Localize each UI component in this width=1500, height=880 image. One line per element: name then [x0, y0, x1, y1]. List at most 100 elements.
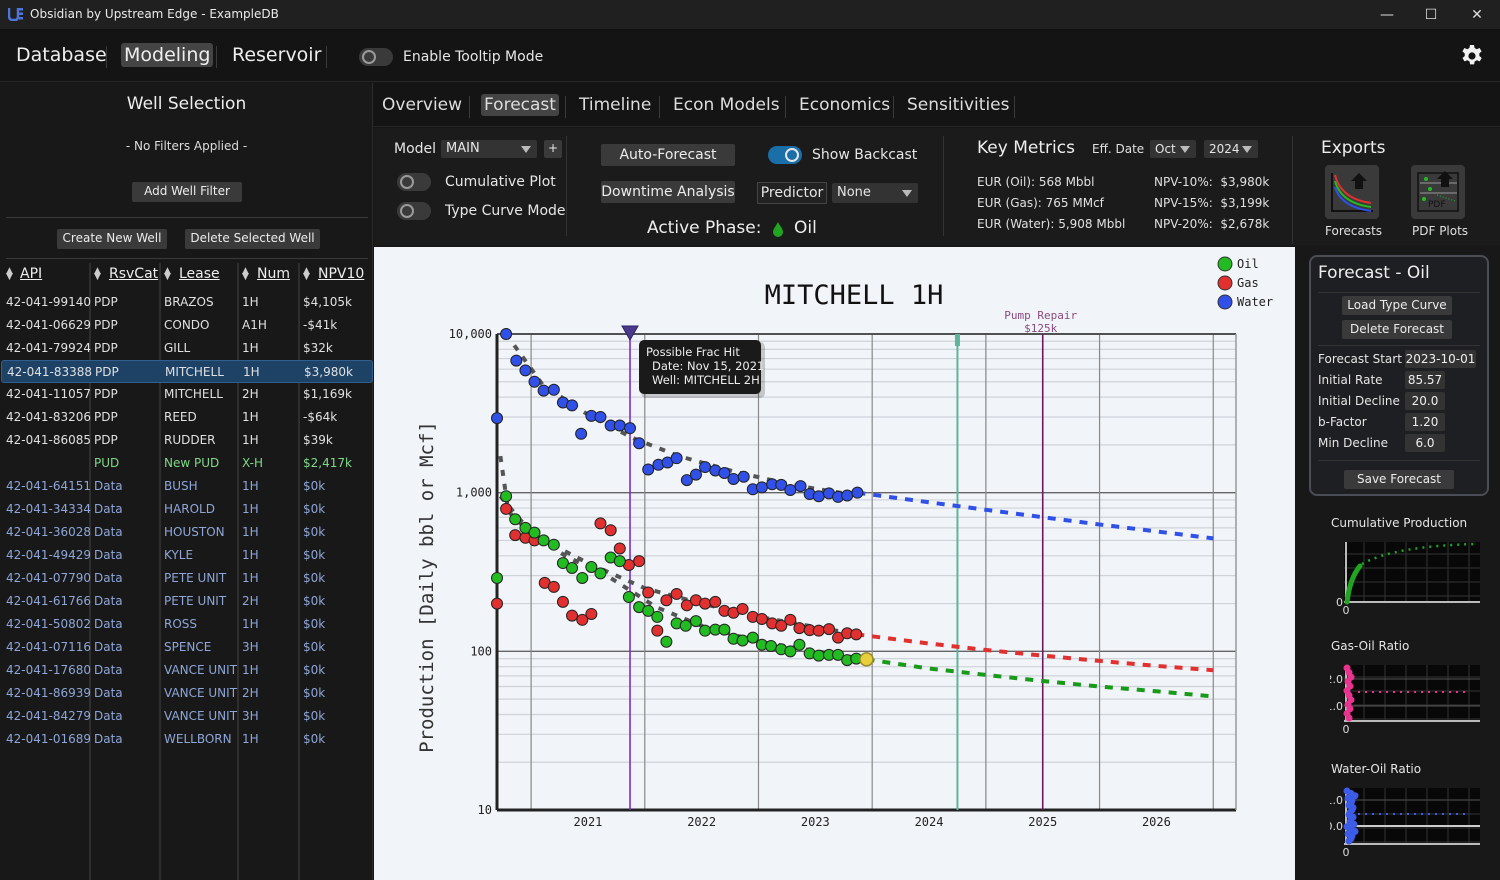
- field-input[interactable]: 85.57: [1405, 371, 1445, 389]
- table-row[interactable]: 42-041-01689 Data WELLBORN 1H $0k: [0, 728, 373, 751]
- field-input[interactable]: 20.0: [1405, 392, 1445, 410]
- delete-selected-well-button[interactable]: Delete Selected Well: [185, 229, 320, 249]
- settings-gear-icon[interactable]: [1460, 44, 1484, 68]
- cell-lease: VANCE UNIT: [164, 686, 238, 700]
- export-pdf-plots-button[interactable]: PDF: [1411, 165, 1465, 219]
- col-header-num[interactable]: Num: [257, 266, 290, 282]
- table-row[interactable]: 42-041-86085 PDP RUDDER 1H $39k: [0, 429, 373, 452]
- mini-chart-title: Gas-Oil Ratio: [1331, 639, 1410, 653]
- data-point-water: [528, 375, 541, 388]
- table-row[interactable]: 42-041-36028 Data HOUSTON 1H $0k: [0, 521, 373, 544]
- table-row[interactable]: 42-041-83206 PDP REED 1H -$64k: [0, 406, 373, 429]
- field-input[interactable]: 6.0: [1405, 434, 1445, 452]
- y-tick-label: 10: [478, 803, 492, 817]
- model-select[interactable]: MAIN: [441, 140, 537, 158]
- table-row[interactable]: 42-041-17680 Data VANCE UNIT 1H $0k: [0, 659, 373, 682]
- save-forecast-button[interactable]: Save Forecast: [1344, 470, 1454, 489]
- table-row[interactable]: 42-041-86939 Data VANCE UNIT 2H $0k: [0, 682, 373, 705]
- sort-icon[interactable]: ▲ ▼: [242, 267, 249, 282]
- data-point-gas: [613, 542, 626, 555]
- field-label: Initial Rate: [1318, 373, 1383, 387]
- legend-label: Gas: [1237, 276, 1259, 290]
- close-button[interactable]: ✕: [1454, 0, 1500, 30]
- gas-oil-ratio-mini-chart[interactable]: 0 2.0 1.0: [1330, 663, 1482, 743]
- mini-y-tick: 1.0: [1330, 700, 1343, 713]
- cell-rsvcat: Data: [94, 686, 123, 700]
- minimize-button[interactable]: —: [1364, 0, 1410, 30]
- add-well-filter-button[interactable]: Add Well Filter: [132, 182, 242, 202]
- tab-sensitivities[interactable]: Sensitivities: [904, 94, 1012, 116]
- load-type-curve-button[interactable]: Load Type Curve: [1342, 296, 1452, 315]
- data-point-oil: [689, 615, 702, 628]
- maximize-button[interactable]: ☐: [1408, 0, 1454, 30]
- col-header-npv10[interactable]: NPV10: [318, 266, 364, 282]
- sort-icon[interactable]: ▲ ▼: [303, 267, 310, 282]
- table-row[interactable]: 42-041-49429 Data KYLE 1H $0k: [0, 544, 373, 567]
- nav-reservoir[interactable]: Reservoir: [229, 43, 324, 67]
- table-row-selected[interactable]: 42-041-83388 PDP MITCHELL 1H $3,980k: [1, 360, 373, 383]
- table-row[interactable]: 42-041-64151 Data BUSH 1H $0k: [0, 475, 373, 498]
- tooltip-mode-toggle[interactable]: [359, 48, 393, 66]
- tab-economics[interactable]: Economics: [796, 94, 893, 116]
- cell-num: A1H: [242, 318, 267, 332]
- table-row[interactable]: 42-041-79924 PDP GILL 1H $32k: [0, 337, 373, 360]
- nav-database[interactable]: Database: [13, 43, 110, 67]
- data-point-gas: [699, 597, 712, 610]
- sort-icon[interactable]: ▲ ▼: [164, 267, 171, 282]
- oil-drop-icon: [773, 222, 783, 237]
- downtime-analysis-button[interactable]: Downtime Analysis: [601, 181, 735, 203]
- auto-forecast-button[interactable]: Auto-Forecast: [601, 144, 735, 166]
- tab-timeline[interactable]: Timeline: [576, 94, 654, 116]
- table-row[interactable]: 42-041-11057 PDP MITCHELL 2H $1,169k: [0, 383, 373, 406]
- type-curve-mode-toggle[interactable]: [397, 202, 431, 220]
- tab-overview[interactable]: Overview: [379, 94, 465, 116]
- tab-econ-models[interactable]: Econ Models: [670, 94, 783, 116]
- y-axis-label: Production [Daily bbl or Mcf]: [416, 421, 438, 753]
- delete-forecast-button[interactable]: Delete Forecast: [1342, 320, 1452, 339]
- predictor-select[interactable]: None: [832, 183, 918, 203]
- create-new-well-button[interactable]: Create New Well: [57, 229, 167, 249]
- table-row[interactable]: 42-041-61766 Data PETE UNIT 2H $0k: [0, 590, 373, 613]
- col-header-rsvcat[interactable]: RsvCat: [109, 266, 158, 282]
- production-chart-panel[interactable]: 10 100 1,000 10,000 2021 2022 2023 2024 2025 2026…: [374, 247, 1295, 880]
- tab-divider: [1014, 96, 1015, 118]
- table-row[interactable]: 42-041-99140 PDP BRAZOS 1H $4,105k: [0, 291, 373, 314]
- sort-icon[interactable]: ▲ ▼: [6, 267, 13, 282]
- cell-lease: ROSS: [164, 617, 198, 631]
- cell-npv10: $0k: [303, 686, 326, 700]
- table-row[interactable]: 42-041-07116 Data SPENCE 3H $0k: [0, 636, 373, 659]
- mini-x-tick: 0: [1343, 846, 1350, 859]
- tooltip-line: Date: Nov 15, 2021: [652, 359, 764, 373]
- data-point-gas: [736, 602, 749, 615]
- export-forecasts-button[interactable]: [1325, 165, 1379, 219]
- table-row[interactable]: 42-041-50802 Data ROSS 1H $0k: [0, 613, 373, 636]
- sort-icon[interactable]: ▲ ▼: [94, 267, 101, 282]
- col-header-lease[interactable]: Lease: [179, 266, 220, 282]
- field-input[interactable]: 2023-10-01: [1405, 350, 1476, 368]
- col-header-api[interactable]: API: [20, 266, 42, 282]
- table-row[interactable]: PUD New PUD X-H $2,417k: [0, 452, 373, 475]
- add-model-button[interactable]: +: [544, 140, 562, 158]
- tab-forecast[interactable]: Forecast: [481, 94, 559, 116]
- table-row[interactable]: 42-041-07790 Data PETE UNIT 1H $0k: [0, 567, 373, 590]
- show-backcast-toggle[interactable]: [768, 146, 802, 164]
- cell-lease: PETE UNIT: [164, 594, 227, 608]
- water-oil-ratio-mini-chart[interactable]: 0 11.0 10.0: [1330, 786, 1482, 866]
- data-point-oil: [528, 526, 541, 539]
- eff-year-select[interactable]: 2024: [1204, 140, 1258, 158]
- eff-month-select[interactable]: Oct: [1150, 140, 1196, 158]
- cumulative-plot-toggle[interactable]: [397, 173, 431, 191]
- cell-api: 42-041-36028: [6, 525, 92, 539]
- cell-lease: BUSH: [164, 479, 198, 493]
- production-chart[interactable]: 10 100 1,000 10,000 2021 2022 2023 2024 2025 2026…: [374, 247, 1295, 880]
- field-input[interactable]: 1.20: [1405, 413, 1445, 431]
- table-row[interactable]: 42-041-34334 Data HAROLD 1H $0k: [0, 498, 373, 521]
- nav-modeling[interactable]: Modeling: [121, 43, 214, 67]
- cell-num: 3H: [242, 709, 259, 723]
- cumulative-production-mini-chart[interactable]: 00: [1330, 540, 1482, 620]
- data-point-water: [547, 383, 560, 396]
- cell-num: 1H: [242, 433, 259, 447]
- table-row[interactable]: 42-041-84279 Data VANCE UNIT 3H $0k: [0, 705, 373, 728]
- table-row[interactable]: 42-041-06629 PDP CONDO A1H -$41k: [0, 314, 373, 337]
- data-point-gas: [642, 586, 655, 599]
